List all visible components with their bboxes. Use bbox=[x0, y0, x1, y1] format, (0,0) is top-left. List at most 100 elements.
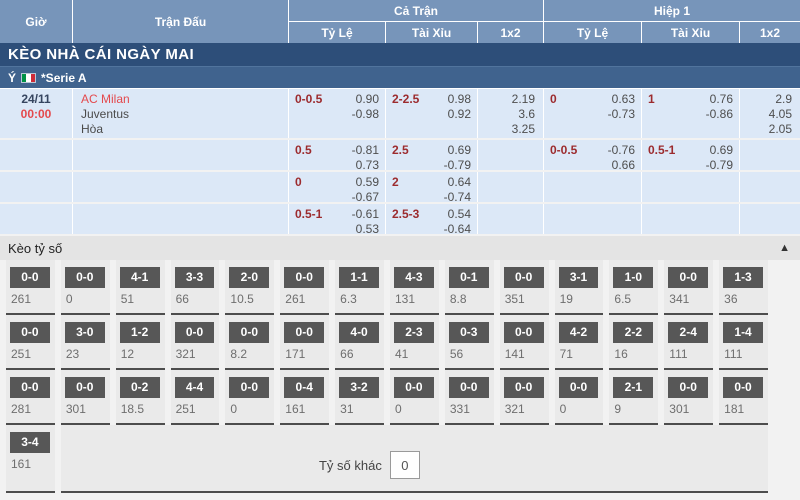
score-chip[interactable]: 1-0 bbox=[613, 267, 653, 288]
odds-value[interactable]: 3.6 bbox=[478, 107, 535, 122]
odds-value[interactable]: 0.73 bbox=[352, 158, 379, 173]
score-odds-cell[interactable]: 2-0 10.5 bbox=[225, 260, 274, 315]
odds-value[interactable]: 0.69 bbox=[706, 143, 733, 158]
score-chip[interactable]: 0-1 bbox=[449, 267, 489, 288]
score-odds-cell[interactable]: 3-4 161 bbox=[6, 425, 55, 493]
home-team[interactable]: AC Milan bbox=[81, 92, 288, 107]
odds-value[interactable]: -0.79 bbox=[444, 158, 471, 173]
score-odds-cell[interactable]: 0-3 56 bbox=[445, 315, 494, 370]
odds-value[interactable]: 0.69 bbox=[444, 143, 471, 158]
odds-value[interactable]: -0.79 bbox=[706, 158, 733, 173]
score-chip[interactable]: 0-0 bbox=[10, 377, 50, 398]
odds-value[interactable]: -0.76 bbox=[608, 143, 635, 158]
score-chip[interactable]: 2-0 bbox=[229, 267, 269, 288]
score-chip[interactable]: 3-3 bbox=[175, 267, 215, 288]
odds-value[interactable]: 2.9 bbox=[740, 92, 792, 107]
score-odds-cell[interactable]: 0-0 0 bbox=[61, 260, 110, 315]
ft-handicap-cell[interactable]: 0.5 -0.810.73 bbox=[289, 140, 385, 170]
score-chip[interactable]: 0-0 bbox=[504, 322, 544, 343]
score-odds-cell[interactable]: 0-0 301 bbox=[664, 370, 713, 425]
score-odds-cell[interactable]: 0-0 141 bbox=[500, 315, 549, 370]
score-chip[interactable]: 3-4 bbox=[10, 432, 50, 453]
score-odds-cell[interactable]: 0-0 261 bbox=[6, 260, 55, 315]
score-chip[interactable]: 0-0 bbox=[229, 322, 269, 343]
score-chip[interactable]: 0-0 bbox=[449, 377, 489, 398]
odds-value[interactable]: 0.66 bbox=[608, 158, 635, 173]
score-odds-cell[interactable]: 0-4 161 bbox=[280, 370, 329, 425]
odds-value[interactable]: -0.81 bbox=[352, 143, 379, 158]
h1-1x2-cell[interactable]: 2.9 4.05 2.05 bbox=[740, 89, 800, 138]
score-odds-cell[interactable]: 1-0 6.5 bbox=[609, 260, 658, 315]
odds-value[interactable]: 2.05 bbox=[740, 122, 792, 137]
odds-value[interactable]: -0.67 bbox=[352, 190, 379, 205]
score-chip[interactable]: 1-3 bbox=[723, 267, 763, 288]
score-chip[interactable]: 1-2 bbox=[120, 322, 160, 343]
score-odds-cell[interactable]: 0-0 321 bbox=[171, 315, 220, 370]
score-odds-cell[interactable]: 4-4 251 bbox=[171, 370, 220, 425]
score-chip[interactable]: 3-2 bbox=[339, 377, 379, 398]
score-chip[interactable]: 0-3 bbox=[449, 322, 489, 343]
collapse-arrow-icon[interactable]: ▲ bbox=[779, 242, 790, 254]
score-chip[interactable]: 1-1 bbox=[339, 267, 379, 288]
ft-handicap-cell[interactable]: 0.5-1 -0.610.53 bbox=[289, 204, 385, 234]
score-odds-cell[interactable]: 1-3 36 bbox=[719, 260, 768, 315]
score-chip[interactable]: 0-0 bbox=[175, 322, 215, 343]
odds-value[interactable]: 0.90 bbox=[352, 92, 379, 107]
score-odds-cell[interactable]: 1-4 111 bbox=[719, 315, 768, 370]
score-chip[interactable]: 0-0 bbox=[668, 267, 708, 288]
ft-handicap-cell[interactable]: 0 0.59-0.67 bbox=[289, 172, 385, 202]
score-chip[interactable]: 0-0 bbox=[65, 267, 105, 288]
score-odds-cell[interactable]: 3-3 66 bbox=[171, 260, 220, 315]
score-odds-cell[interactable]: 2-2 16 bbox=[609, 315, 658, 370]
score-odds-cell[interactable]: 0-0 261 bbox=[280, 260, 329, 315]
h1-overunder-cell[interactable]: 1 0.76-0.86 bbox=[642, 89, 739, 138]
score-odds-cell[interactable]: 3-2 31 bbox=[335, 370, 384, 425]
odds-value[interactable]: 0.53 bbox=[352, 222, 379, 237]
h1-handicap-cell[interactable]: 0 0.63-0.73 bbox=[544, 89, 641, 138]
ft-overunder-cell[interactable]: 2.5 0.69-0.79 bbox=[386, 140, 477, 170]
other-score-input[interactable]: 0 bbox=[390, 451, 420, 479]
ft-handicap-cell[interactable]: 0-0.5 0.90-0.98 bbox=[289, 89, 385, 138]
score-chip[interactable]: 0-0 bbox=[504, 377, 544, 398]
score-odds-cell[interactable]: 0-2 18.5 bbox=[116, 370, 165, 425]
score-chip[interactable]: 0-0 bbox=[284, 322, 324, 343]
score-odds-cell[interactable]: 0-0 251 bbox=[6, 315, 55, 370]
odds-value[interactable]: 0.59 bbox=[352, 175, 379, 190]
score-odds-cell[interactable]: 0-0 0 bbox=[225, 370, 274, 425]
odds-value[interactable]: -0.74 bbox=[444, 190, 471, 205]
score-odds-cell[interactable]: 0-0 351 bbox=[500, 260, 549, 315]
score-odds-cell[interactable]: 0-0 341 bbox=[664, 260, 713, 315]
score-chip[interactable]: 0-0 bbox=[65, 377, 105, 398]
score-chip[interactable]: 4-2 bbox=[559, 322, 599, 343]
score-odds-cell[interactable]: 0-0 171 bbox=[280, 315, 329, 370]
odds-value[interactable]: 0.92 bbox=[448, 107, 471, 122]
score-chip[interactable]: 2-2 bbox=[613, 322, 653, 343]
score-odds-cell[interactable]: 0-0 0 bbox=[390, 370, 439, 425]
score-odds-cell[interactable]: 3-0 23 bbox=[61, 315, 110, 370]
score-odds-cell[interactable]: 4-1 51 bbox=[116, 260, 165, 315]
score-chip[interactable]: 2-4 bbox=[668, 322, 708, 343]
score-chip[interactable]: 0-0 bbox=[668, 377, 708, 398]
score-odds-cell[interactable]: 2-4 111 bbox=[664, 315, 713, 370]
odds-value[interactable]: 0.76 bbox=[706, 92, 733, 107]
score-chip[interactable]: 0-0 bbox=[229, 377, 269, 398]
odds-value[interactable]: -0.73 bbox=[608, 107, 635, 122]
away-team[interactable]: Juventus bbox=[81, 107, 288, 122]
h1-handicap-cell[interactable]: 0-0.5 -0.760.66 bbox=[544, 140, 641, 170]
score-chip[interactable]: 0-0 bbox=[10, 322, 50, 343]
score-odds-cell[interactable]: 3-1 19 bbox=[555, 260, 604, 315]
odds-value[interactable]: -0.86 bbox=[706, 107, 733, 122]
score-odds-cell[interactable]: 2-1 9 bbox=[609, 370, 658, 425]
score-chip[interactable]: 0-0 bbox=[504, 267, 544, 288]
odds-value[interactable]: 0.64 bbox=[444, 175, 471, 190]
odds-value[interactable]: 4.05 bbox=[740, 107, 792, 122]
league-row[interactable]: Ý *Serie A bbox=[0, 67, 800, 89]
score-odds-cell[interactable]: 0-0 8.2 bbox=[225, 315, 274, 370]
odds-value[interactable]: 0.63 bbox=[608, 92, 635, 107]
score-chip[interactable]: 3-1 bbox=[559, 267, 599, 288]
score-chip[interactable]: 2-3 bbox=[394, 322, 434, 343]
score-odds-cell[interactable]: 0-1 8.8 bbox=[445, 260, 494, 315]
odds-value[interactable]: 0.98 bbox=[448, 92, 471, 107]
score-odds-cell[interactable]: 4-2 71 bbox=[555, 315, 604, 370]
ft-overunder-cell[interactable]: 2-2.5 0.980.92 bbox=[386, 89, 477, 138]
